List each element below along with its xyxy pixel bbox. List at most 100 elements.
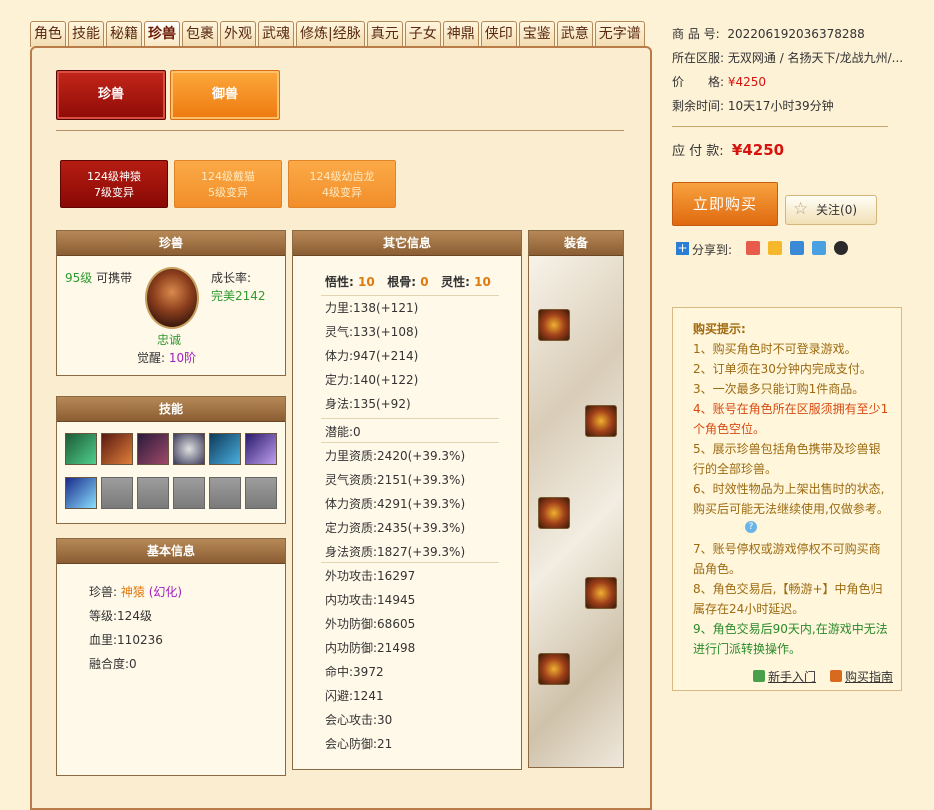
skill-icon-7[interactable] — [65, 477, 97, 509]
share-weibo-icon[interactable] — [746, 241, 760, 255]
skill-icon-2[interactable] — [101, 433, 133, 465]
equip-slot-3[interactable] — [538, 497, 570, 529]
combat-row: 内功防御:21498 — [325, 641, 416, 655]
stats-row: 力里:138(+121) — [325, 301, 419, 315]
basic-pet-value: 神猿 — [120, 585, 145, 599]
equip-panel-title: 装备 — [529, 231, 623, 256]
tab-14[interactable]: 无字谱 — [594, 21, 645, 47]
skill-icon-3[interactable] — [137, 433, 169, 465]
listing-time: 剩余时间: 10天17小时39分钟 — [672, 97, 834, 114]
tab-7[interactable]: 修炼|经脉 — [296, 21, 365, 47]
tip-item: 9、角色交易后90天内,在游戏中无法进行门派转换操作。 — [693, 622, 888, 656]
mount-button[interactable]: 御兽 — [170, 70, 280, 120]
listing-server: 所在区服: 无双网通 / 名扬天下/龙战九州/... — [672, 49, 903, 66]
tab-4[interactable]: 包裹 — [182, 21, 218, 47]
stats-row: 身法:135(+92) — [325, 397, 411, 411]
pet-level-line: 95级 可携带 — [65, 269, 132, 286]
buy-now-button[interactable]: 立即购买 — [672, 182, 778, 226]
lingx-value: 10 — [474, 275, 491, 289]
tip-item: 7、账号停权或游戏停权不可购买商品角色。 — [693, 542, 881, 576]
equip-slot-5[interactable] — [538, 653, 570, 685]
skills-panel-title: 技能 — [57, 397, 285, 422]
stats-row: 体力:947(+214) — [325, 349, 419, 363]
aptitudes-row: 定力资质:2435(+39.3%) — [325, 521, 466, 535]
listing-price-value: ¥4250 — [727, 75, 767, 89]
skill-slot-empty — [173, 477, 205, 509]
tab-6[interactable]: 武魂 — [258, 21, 294, 47]
tab-9[interactable]: 子女 — [404, 21, 441, 47]
follow-button[interactable]: ☆ 关注(0) — [785, 195, 877, 225]
basic-level-row: 等级:124级 — [89, 607, 152, 624]
pet-button[interactable]: 珍兽 — [56, 70, 166, 120]
tab-3[interactable]: 珍兽 — [144, 21, 180, 47]
gengu-label: 根骨: — [387, 275, 417, 289]
tab-12[interactable]: 宝鉴 — [518, 21, 555, 47]
listing-time-label: 剩余时间: — [672, 99, 725, 113]
growth-label: 成长率: — [211, 271, 252, 285]
share-qzone-icon[interactable] — [768, 241, 782, 255]
equip-slot-1[interactable] — [538, 309, 570, 341]
main-frame: 珍兽 御兽 124级神猿 7级变异 124级戴猫 5级变异 124级幼齿龙 4级… — [30, 46, 652, 810]
basic-fusion-value: 0 — [129, 657, 137, 671]
stats-row: 定力:140(+122) — [325, 373, 419, 387]
tab-1[interactable]: 技能 — [68, 21, 104, 47]
help-icon[interactable]: ? — [745, 521, 757, 533]
skill-slot-empty — [137, 477, 169, 509]
basic-pet-label: 珍兽: — [89, 585, 118, 599]
tab-10[interactable]: 神鼎 — [442, 21, 479, 47]
divider — [321, 562, 499, 563]
aptitudes-row: 身法资质:1827(+39.3%) — [325, 545, 466, 559]
other-info-panel: 其它信息 悟性: 10 根骨: 0 灵性: 10 力里:138(+121) 灵气:… — [292, 230, 522, 770]
category-tabs: 角色 技能 秘籍 珍兽 包裹 外观 武魂 修炼|经脉 真元 子女 神鼎 侠印 宝鉴 武意 无字谱 — [30, 21, 647, 47]
tab-5[interactable]: 外观 — [220, 21, 256, 47]
listing-server-value: 无双网通 / 名扬天下/龙战九州/... — [727, 51, 904, 65]
newbie-link[interactable]: 新手入门 — [768, 668, 816, 685]
skill-icon-4[interactable] — [173, 433, 205, 465]
listing-server-label: 所在区服: — [672, 51, 725, 65]
aptitudes-row: 体力资质:4291(+39.3%) — [325, 497, 466, 511]
share-renren-icon[interactable] — [790, 241, 804, 255]
tips-title: 购买提示: — [693, 322, 746, 336]
skill-slot-empty — [101, 477, 133, 509]
listing-price-label: 价 格: — [672, 75, 725, 89]
basic-pet-row: 珍兽: 神猿 (幻化) — [89, 583, 182, 600]
skill-slot-empty — [209, 477, 241, 509]
divider — [672, 126, 888, 127]
pet-tab-3[interactable]: 124级幼齿龙 4级变异 — [288, 160, 396, 208]
equip-slot-2[interactable] — [585, 405, 617, 437]
guide-link[interactable]: 购买指南 — [845, 668, 893, 685]
newbie-icon — [753, 670, 765, 682]
listing-id-label: 商 品 号: — [672, 27, 720, 41]
stats-row: 灵气:133(+108) — [325, 325, 419, 339]
growth-value: 完美2142 — [211, 289, 266, 303]
tab-13[interactable]: 武意 — [556, 21, 593, 47]
tab-11[interactable]: 侠印 — [480, 21, 517, 47]
basic-fusion-label: 融合度: — [89, 657, 130, 671]
skill-icon-1[interactable] — [65, 433, 97, 465]
potential: 潜能:0 — [325, 425, 361, 439]
share-qq-icon[interactable] — [834, 241, 848, 255]
basic-level-label: 等级: — [89, 609, 118, 623]
basic-fusion-row: 融合度:0 — [89, 655, 137, 672]
combat-row: 会心攻击:30 — [325, 713, 393, 727]
tip-item: 3、一次最多只能订购1件商品。 — [693, 382, 865, 396]
combat-row: 闪避:1241 — [325, 689, 384, 703]
skill-icon-6[interactable] — [245, 433, 277, 465]
equip-slot-4[interactable] — [585, 577, 617, 609]
pay-label: 应 付 款: — [672, 144, 724, 159]
lingx-label: 灵性: — [441, 275, 470, 289]
skill-icon-5[interactable] — [209, 433, 241, 465]
pay-value: ¥4250 — [731, 141, 785, 159]
divider — [321, 295, 499, 296]
tip-item: 6、时效性物品为上架出售时的状态,购买后可能无法继续使用,仅做参考。 — [693, 482, 889, 516]
pet-tab-2[interactable]: 124级戴猫 5级变异 — [174, 160, 282, 208]
tab-2[interactable]: 秘籍 — [106, 21, 142, 47]
pet-tab-1[interactable]: 124级神猿 7级变异 — [60, 160, 168, 208]
skill-slot-empty — [245, 477, 277, 509]
listing-id-value: 202206192036378288 — [727, 27, 865, 41]
tab-8[interactable]: 真元 — [366, 21, 403, 47]
tab-0[interactable]: 角色 — [30, 21, 66, 47]
wux-label: 悟性: — [325, 275, 354, 289]
awaken-value: 10阶 — [168, 351, 197, 365]
share-tieba-icon[interactable] — [812, 241, 826, 255]
